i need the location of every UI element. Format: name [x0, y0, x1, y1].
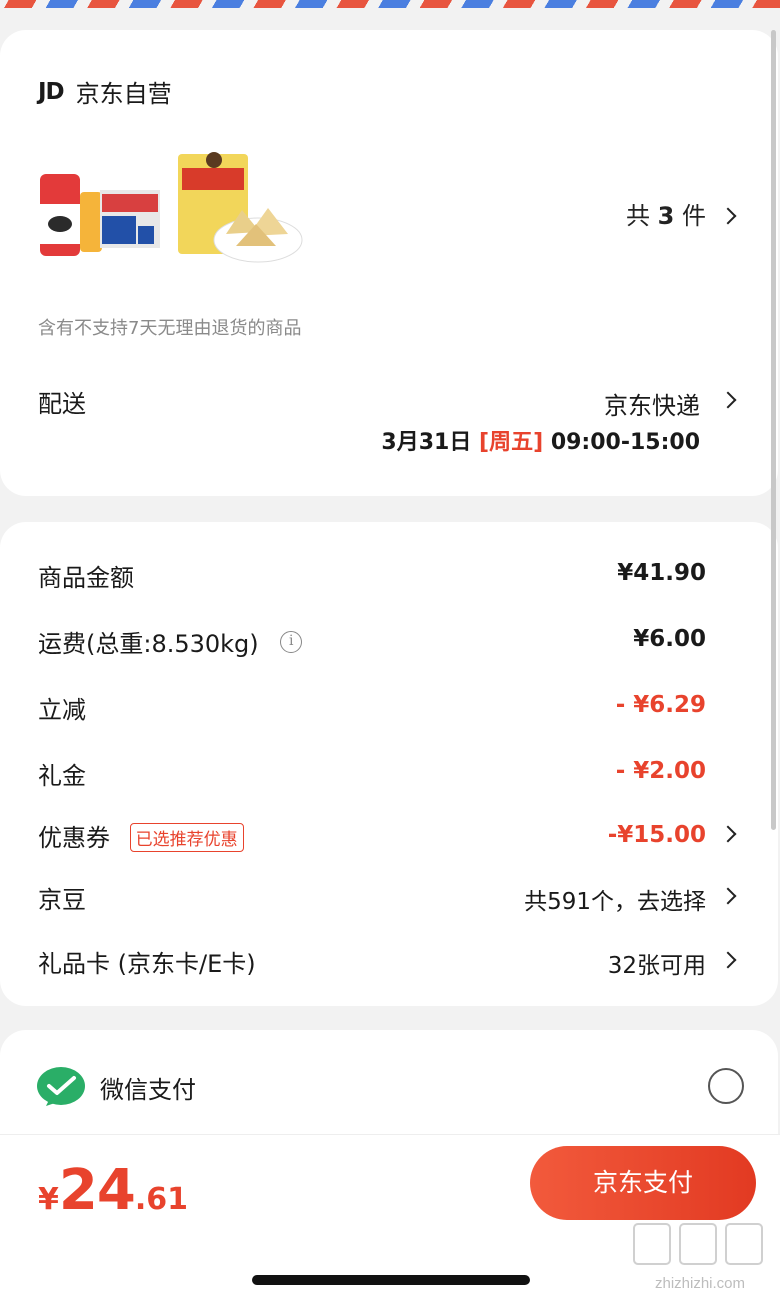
item-count-suffix: 件 — [681, 202, 706, 230]
gift-card-value[interactable]: 32张可用 — [608, 946, 706, 980]
shop-header: JD 京东自营 — [38, 74, 172, 109]
delivery-label: 配送 — [38, 390, 86, 418]
coupon-label: 优惠券 — [38, 824, 110, 852]
scrollbar[interactable] — [771, 30, 776, 830]
return-policy-note: 含有不支持7天无理由退货的商品 — [38, 318, 302, 339]
discount-value: - ¥6.29 — [615, 692, 706, 718]
coupon-row-label: 优惠券 已选推荐优惠 — [38, 818, 244, 854]
delivery-carrier[interactable]: 京东快递 — [604, 386, 700, 421]
info-icon[interactable]: i — [280, 631, 303, 653]
total-currency: ¥ — [38, 1182, 59, 1217]
beer-product-image[interactable] — [38, 150, 162, 262]
delivery-schedule[interactable]: 3月31日 [周五] 09:00-15:00 — [381, 424, 700, 456]
wechat-pay-icon — [37, 1067, 85, 1106]
shipping-label: 运费(总重:8.530kg) — [38, 630, 259, 658]
gift-money-value: - ¥2.00 — [615, 758, 706, 784]
jd-beans-value[interactable]: 共591个，去选择 — [524, 882, 706, 916]
delivery-time: 09:00-15:00 — [550, 430, 700, 455]
jd-beans-label: 京豆 — [38, 886, 86, 914]
gift-card-label: 礼品卡 (京东卡/E卡) — [38, 950, 256, 978]
delivery-weekday: [周五] — [479, 430, 544, 455]
wechat-pay-label[interactable]: 微信支付 — [100, 1070, 196, 1105]
discount-label: 立减 — [38, 696, 86, 724]
total-integer: 24 — [58, 1158, 136, 1223]
total-amount: ¥24.61 — [38, 1158, 188, 1223]
total-decimal: .61 — [134, 1182, 188, 1217]
shop-name: 京东自营 — [75, 80, 172, 108]
goods-amount-label: 商品金额 — [38, 564, 134, 592]
watermark-text: zhizhizhi.com — [655, 1275, 745, 1292]
item-count-prefix: 共 — [626, 202, 650, 230]
airmail-stripe — [0, 0, 780, 8]
jd-logo: JD — [38, 78, 65, 105]
shipping-label-row: 运费(总重:8.530kg) i — [38, 624, 303, 659]
home-indicator[interactable] — [252, 1275, 530, 1285]
shipping-value: ¥6.00 — [633, 626, 706, 652]
watermark-logo: zhizhizhi.com — [632, 1222, 764, 1292]
jd-pay-button[interactable]: 京东支付 — [530, 1146, 756, 1220]
item-count[interactable]: 共 3 件 — [626, 196, 706, 231]
goods-amount-value: ¥41.90 — [617, 560, 706, 586]
chips-product-image[interactable] — [176, 150, 304, 270]
wechat-pay-radio[interactable] — [708, 1068, 744, 1104]
item-count-number: 3 — [657, 202, 675, 230]
coupon-value[interactable]: -¥15.00 — [608, 822, 706, 848]
gift-money-label: 礼金 — [38, 762, 86, 790]
coupon-recommended-tag: 已选推荐优惠 — [129, 822, 244, 852]
delivery-date: 3月31日 — [381, 430, 472, 455]
